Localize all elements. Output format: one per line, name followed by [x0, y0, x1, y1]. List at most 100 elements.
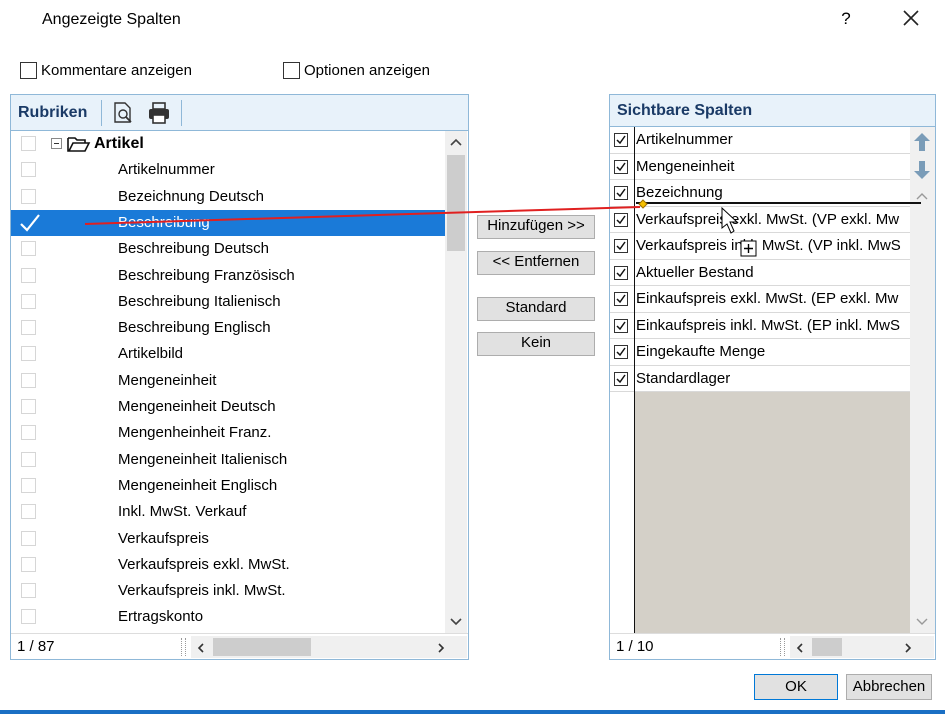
visible-column-row[interactable]: Mengeneinheit	[610, 154, 910, 181]
list-item-label: Ertragskonto	[118, 608, 204, 626]
close-button[interactable]	[897, 4, 925, 32]
item-checkbox[interactable]	[21, 451, 36, 467]
visible-column-checkbox[interactable]	[614, 371, 628, 386]
help-button[interactable]: ?	[838, 9, 854, 29]
item-checkbox[interactable]	[21, 609, 36, 625]
list-item[interactable]: Verkaufspreis exkl. MwSt.	[11, 552, 445, 578]
list-item[interactable]: Beschreibung Englisch	[11, 315, 445, 341]
item-checkbox[interactable]	[21, 583, 36, 599]
list-item[interactable]: Beschreibung Französisch	[11, 263, 445, 289]
visible-column-row[interactable]: Verkaufspreis inkl. MwSt. (VP inkl. MwS	[610, 233, 910, 260]
visible-column-row[interactable]: Einkaufspreis inkl. MwSt. (EP inkl. MwS	[610, 313, 910, 340]
resize-grip[interactable]	[181, 638, 186, 656]
group-checkbox[interactable]	[21, 136, 36, 151]
checkmark-icon	[616, 135, 626, 145]
list-item[interactable]: Ertragskonto	[11, 604, 445, 630]
categories-vscrollbar[interactable]	[445, 131, 467, 633]
item-checkbox[interactable]	[21, 241, 36, 257]
item-checkbox[interactable]	[21, 399, 36, 414]
list-item[interactable]: Mengenheinheit Franz.	[11, 420, 445, 446]
list-item[interactable]: Artikelbild	[11, 341, 445, 367]
visible-column-checkbox[interactable]	[614, 239, 628, 253]
item-checkbox[interactable]	[21, 188, 36, 204]
item-checkbox[interactable]	[21, 162, 36, 178]
add-button[interactable]: Hinzufügen >>	[477, 215, 595, 239]
scroll-right-icon[interactable]	[903, 641, 913, 658]
group-row-artikel[interactable]: Artikel	[11, 131, 445, 157]
visible-column-row[interactable]: Bezeichnung	[610, 180, 910, 207]
item-checkbox[interactable]	[21, 267, 36, 283]
item-checkbox[interactable]	[21, 425, 36, 441]
item-checkbox[interactable]	[21, 320, 36, 336]
categories-list[interactable]: Artikel Artikelnummer Bezeichnung Deutsch…	[11, 131, 445, 633]
visible-column-row[interactable]: Aktueller Bestand	[610, 260, 910, 287]
collapse-toggle[interactable]	[51, 138, 62, 149]
list-item[interactable]: Beschreibung Deutsch	[11, 236, 445, 262]
item-checkbox[interactable]	[21, 293, 36, 309]
visible-column-checkbox[interactable]	[614, 133, 628, 147]
list-item[interactable]: Verkaufspreis inkl. MwSt.	[11, 578, 445, 604]
list-item[interactable]: Mengeneinheit Italienisch	[11, 447, 445, 473]
print-button[interactable]	[147, 101, 171, 125]
visible-columns-footer: 1 / 10	[610, 633, 935, 659]
visible-column-checkbox[interactable]	[614, 212, 628, 227]
scroll-up-icon[interactable]	[914, 189, 930, 206]
visible-columns-vscrollbar[interactable]	[910, 127, 935, 633]
scroll-left-icon[interactable]	[196, 641, 206, 658]
item-checkbox[interactable]	[21, 504, 36, 520]
show-options-checkbox[interactable]	[283, 62, 300, 79]
item-checkbox[interactable]	[21, 346, 36, 362]
scroll-down-icon[interactable]	[448, 615, 464, 632]
visible-columns-hscrollbar[interactable]	[790, 636, 934, 658]
list-item-label: Beschreibung Deutsch	[118, 240, 269, 258]
item-checkbox[interactable]	[21, 477, 36, 493]
scroll-up-icon[interactable]	[448, 135, 464, 152]
categories-hscrollbar[interactable]	[191, 636, 467, 658]
visible-column-checkbox[interactable]	[614, 265, 628, 280]
resize-grip[interactable]	[780, 638, 785, 656]
categories-panel: Rubriken Artikel Artikelnummer Bezeichnu…	[10, 94, 469, 660]
hscroll-thumb[interactable]	[812, 638, 842, 656]
item-checkbox[interactable]	[21, 372, 36, 388]
hscroll-thumb[interactable]	[213, 638, 311, 656]
scroll-thumb[interactable]	[447, 155, 465, 251]
preview-button[interactable]	[111, 101, 135, 125]
list-item[interactable]: Mengeneinheit Englisch	[11, 473, 445, 499]
list-item[interactable]: Bezeichnung Deutsch	[11, 184, 445, 210]
scroll-down-icon[interactable]	[914, 615, 930, 632]
visible-column-row[interactable]: Artikelnummer	[610, 127, 910, 154]
list-item-label: Beschreibung Französisch	[118, 266, 295, 284]
visible-column-row[interactable]: Eingekaufte Menge	[610, 339, 910, 366]
window-bottom-border	[0, 710, 945, 714]
list-item[interactable]: Inkl. MwSt. Verkauf	[11, 499, 445, 525]
item-checkbox[interactable]	[21, 530, 36, 546]
scroll-right-icon[interactable]	[436, 641, 446, 658]
show-comments-checkbox[interactable]	[20, 62, 37, 79]
visible-column-row[interactable]: Einkaufspreis exkl. MwSt. (EP exkl. Mw	[610, 286, 910, 313]
arrow-down-icon[interactable]	[912, 159, 932, 181]
print-icon	[149, 102, 169, 124]
visible-columns-list[interactable]: Artikelnummer Mengeneinheit Bezeichnung Ver…	[610, 127, 910, 633]
ok-button[interactable]: OK	[754, 674, 838, 700]
list-item[interactable]: Artikelnummer	[11, 157, 445, 183]
list-item[interactable]: Beschreibung	[11, 209, 445, 236]
list-item[interactable]: Mengeneinheit Deutsch	[11, 394, 445, 420]
visible-column-row[interactable]: Verkaufspreis exkl. MwSt. (VP exkl. Mw	[610, 207, 910, 234]
arrow-up-icon[interactable]	[912, 131, 932, 153]
none-button[interactable]: Kein	[477, 332, 595, 356]
list-item[interactable]: Beschreibung Italienisch	[11, 289, 445, 315]
item-checkbox[interactable]	[21, 556, 36, 572]
visible-column-row[interactable]: Standardlager	[610, 366, 910, 393]
list-item[interactable]: Mengeneinheit	[11, 368, 445, 394]
checkmark-icon[interactable]	[19, 213, 41, 233]
standard-button[interactable]: Standard	[477, 297, 595, 321]
scroll-left-icon[interactable]	[795, 641, 805, 658]
visible-column-checkbox[interactable]	[614, 186, 628, 200]
visible-column-checkbox[interactable]	[614, 159, 628, 174]
visible-column-checkbox[interactable]	[614, 318, 628, 333]
remove-button[interactable]: << Entfernen	[477, 251, 595, 275]
visible-column-checkbox[interactable]	[614, 345, 628, 359]
visible-column-checkbox[interactable]	[614, 292, 628, 306]
cancel-button[interactable]: Abbrechen	[846, 674, 932, 700]
list-item[interactable]: Verkaufspreis	[11, 526, 445, 552]
